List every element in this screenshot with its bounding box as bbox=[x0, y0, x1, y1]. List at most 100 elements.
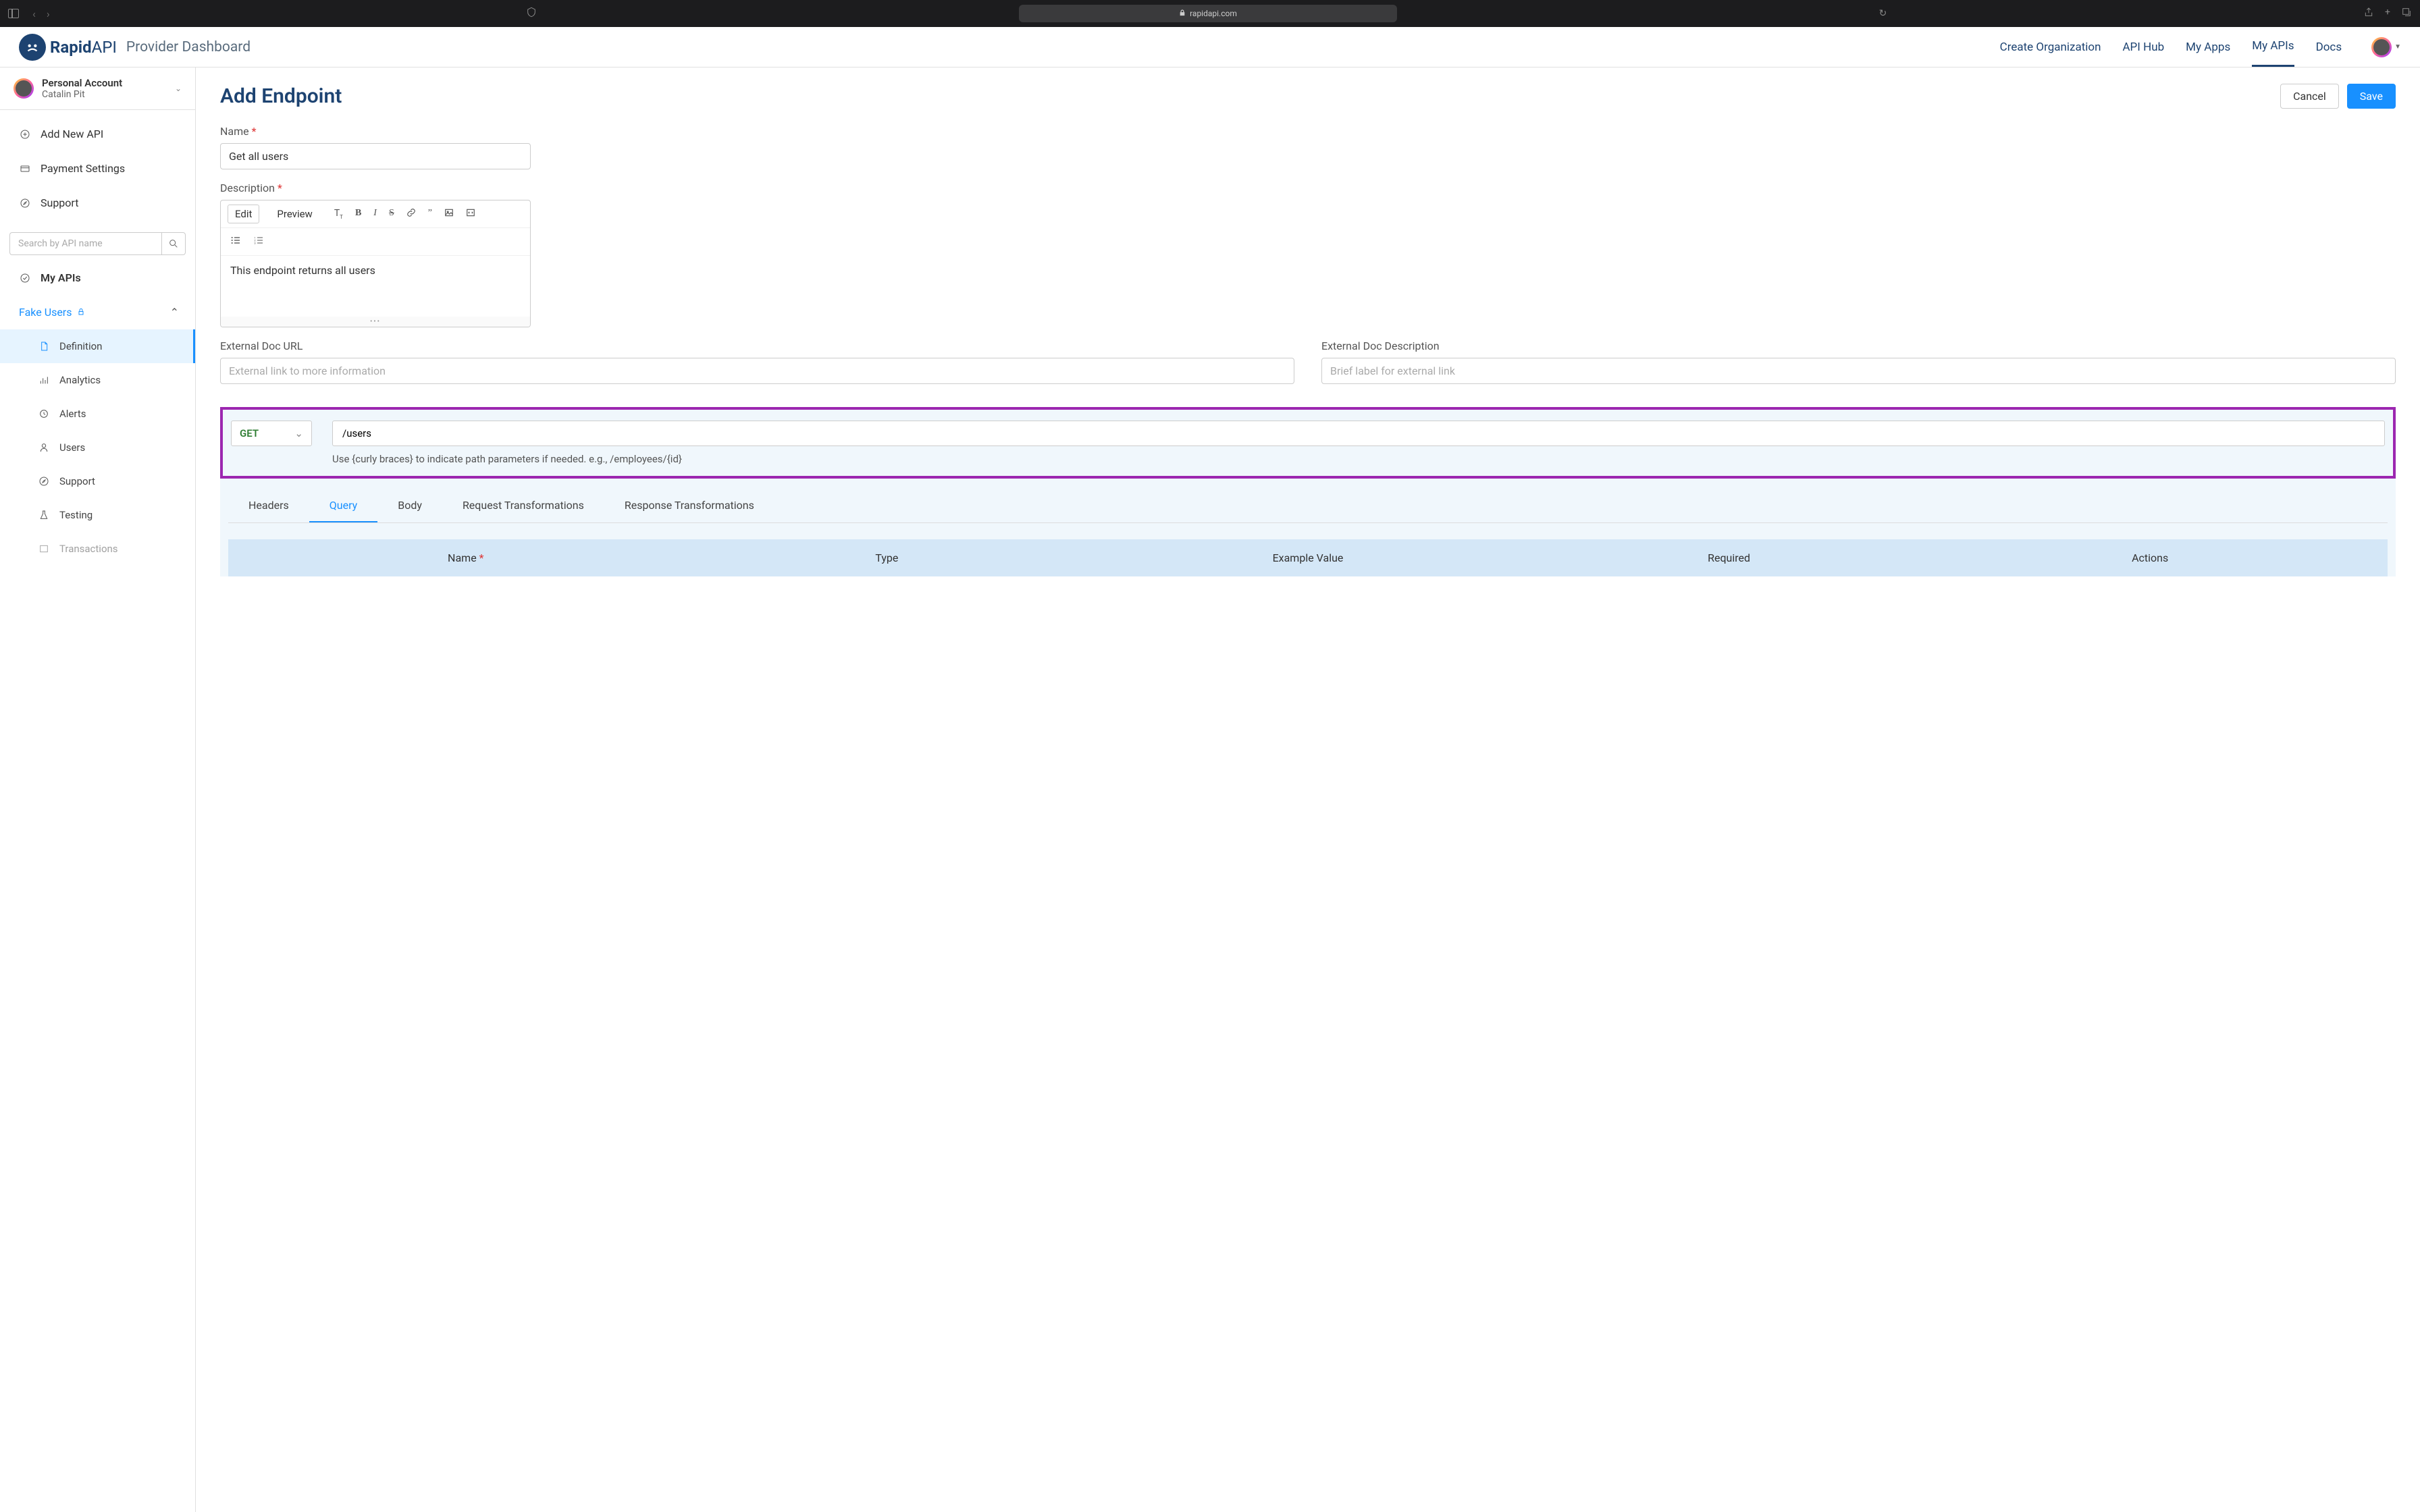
shield-icon[interactable] bbox=[526, 7, 537, 20]
path-input[interactable] bbox=[332, 421, 2385, 446]
sidebar-support[interactable]: Support bbox=[0, 186, 195, 220]
sidebar-item-label: Add New API bbox=[41, 128, 103, 140]
link-icon[interactable] bbox=[406, 208, 416, 220]
url-bar[interactable]: rapidapi.com bbox=[1019, 5, 1397, 22]
chart-icon bbox=[38, 375, 50, 385]
forward-icon: › bbox=[47, 7, 50, 20]
user-menu[interactable]: ▼ bbox=[2371, 37, 2401, 57]
back-icon[interactable]: ‹ bbox=[32, 7, 36, 20]
method-select[interactable]: GET ⌄ bbox=[231, 421, 312, 446]
svg-text:3: 3 bbox=[254, 241, 255, 244]
nav-my-apis[interactable]: My APIs bbox=[2252, 27, 2294, 67]
sidebar-toggle-icon[interactable] bbox=[8, 9, 19, 18]
sidebar-item-label: Users bbox=[59, 441, 85, 454]
sidebar-item-label: Payment Settings bbox=[41, 162, 125, 175]
logo-icon bbox=[19, 34, 46, 61]
ext-url-input[interactable] bbox=[220, 358, 1294, 384]
quote-icon[interactable]: ” bbox=[428, 208, 432, 220]
logo[interactable]: RapidAPI bbox=[19, 34, 117, 61]
nav-create-organization[interactable]: Create Organization bbox=[2000, 28, 2101, 66]
chevron-down-icon: ⌄ bbox=[175, 84, 182, 93]
sidebar-sub-support[interactable]: Support bbox=[0, 464, 195, 498]
cancel-button[interactable]: Cancel bbox=[2280, 84, 2339, 109]
ext-desc-label: External Doc Description bbox=[1321, 340, 2396, 352]
search-button[interactable] bbox=[161, 232, 186, 255]
bold-icon[interactable]: B bbox=[355, 208, 361, 220]
method-value: GET bbox=[240, 427, 259, 439]
chevron-up-icon: ⌃ bbox=[170, 306, 179, 319]
browser-chrome: ‹ › rapidapi.com ↻ + bbox=[0, 0, 2420, 27]
sidebar-payment-settings[interactable]: Payment Settings bbox=[0, 151, 195, 186]
sidebar-sub-analytics[interactable]: Analytics bbox=[0, 363, 195, 397]
sidebar-item-label: Analytics bbox=[59, 374, 101, 386]
avatar bbox=[2371, 37, 2392, 57]
col-example: Example Value bbox=[1097, 551, 1519, 564]
sidebar-add-new-api[interactable]: Add New API bbox=[0, 117, 195, 151]
search-input[interactable] bbox=[9, 232, 161, 255]
sidebar-sub-testing[interactable]: Testing bbox=[0, 498, 195, 532]
description-label: Description * bbox=[220, 182, 2396, 194]
bulleted-list-icon[interactable] bbox=[230, 235, 241, 248]
italic-icon[interactable]: I bbox=[373, 208, 377, 220]
nav-api-hub[interactable]: API Hub bbox=[2122, 28, 2164, 66]
tab-request-transformations[interactable]: Request Transformations bbox=[442, 489, 604, 522]
sidebar-api-fake-users[interactable]: Fake Users ⌃ bbox=[0, 295, 195, 329]
avatar bbox=[14, 78, 34, 99]
description-textarea[interactable]: This endpoint returns all users bbox=[221, 256, 530, 317]
transactions-icon bbox=[38, 543, 50, 554]
save-button[interactable]: Save bbox=[2347, 84, 2396, 109]
editor-tab-preview[interactable]: Preview bbox=[270, 205, 319, 223]
url-text: rapidapi.com bbox=[1190, 9, 1237, 18]
sidebar-my-apis[interactable]: My APIs bbox=[0, 261, 195, 295]
lock-icon bbox=[77, 306, 85, 319]
text-size-icon[interactable]: TT bbox=[334, 208, 343, 220]
top-header: RapidAPI Provider Dashboard Create Organ… bbox=[0, 27, 2420, 68]
sidebar-item-label: Support bbox=[41, 196, 78, 209]
name-input[interactable] bbox=[220, 143, 531, 169]
params-table-header: Name * Type Example Value Required Actio… bbox=[228, 539, 2388, 576]
sidebar-item-label: Testing bbox=[59, 509, 93, 521]
editor-tab-edit[interactable]: Edit bbox=[228, 205, 259, 223]
compass-icon bbox=[19, 198, 31, 209]
check-circle-icon bbox=[19, 273, 31, 284]
share-icon[interactable] bbox=[2363, 7, 2374, 20]
col-type: Type bbox=[677, 551, 1098, 564]
sidebar-sub-users[interactable]: Users bbox=[0, 431, 195, 464]
dashboard-label: Provider Dashboard bbox=[126, 39, 251, 55]
path-helper-text: Use {curly braces} to indicate path para… bbox=[332, 453, 2385, 465]
user-icon bbox=[38, 442, 50, 453]
tab-body[interactable]: Body bbox=[377, 489, 442, 522]
resize-handle[interactable]: ••• bbox=[221, 317, 530, 327]
account-label: Personal Account bbox=[42, 77, 167, 89]
name-label: Name * bbox=[220, 125, 2396, 138]
sidebar-sub-alerts[interactable]: Alerts bbox=[0, 397, 195, 431]
plus-circle-icon bbox=[19, 129, 31, 140]
sidebar-item-label: Alerts bbox=[59, 408, 86, 420]
compass-icon bbox=[38, 476, 50, 487]
nav-docs[interactable]: Docs bbox=[2316, 28, 2342, 66]
sidebar-sub-definition[interactable]: Definition bbox=[0, 329, 195, 363]
account-switcher[interactable]: Personal Account Catalin Pit ⌄ bbox=[0, 68, 195, 110]
code-icon[interactable] bbox=[466, 208, 475, 220]
ext-desc-input[interactable] bbox=[1321, 358, 2396, 384]
clock-icon bbox=[38, 408, 50, 419]
nav-my-apps[interactable]: My Apps bbox=[2186, 28, 2230, 66]
content: Add Endpoint Cancel Save Name * Descript… bbox=[196, 68, 2420, 1512]
plus-icon[interactable]: + bbox=[2385, 7, 2390, 20]
tabs-icon[interactable] bbox=[2401, 7, 2412, 20]
image-icon[interactable] bbox=[444, 208, 454, 220]
strikethrough-icon[interactable]: S bbox=[389, 208, 394, 220]
description-editor: Edit Preview TT B I S ” bbox=[220, 200, 531, 327]
tab-response-transformations[interactable]: Response Transformations bbox=[604, 489, 774, 522]
sidebar-item-label: Transactions bbox=[59, 543, 118, 555]
numbered-list-icon[interactable]: 123 bbox=[253, 235, 264, 248]
sidebar-sub-transactions[interactable]: Transactions bbox=[0, 532, 195, 566]
tab-headers[interactable]: Headers bbox=[228, 489, 309, 522]
tab-query[interactable]: Query bbox=[309, 489, 377, 522]
caret-down-icon: ▼ bbox=[2394, 43, 2401, 51]
sidebar-item-label: My APIs bbox=[41, 271, 81, 284]
reload-icon[interactable]: ↻ bbox=[1879, 8, 1887, 19]
page-title: Add Endpoint bbox=[220, 84, 342, 108]
endpoint-method-path: GET ⌄ Use {curly braces} to indicate pat… bbox=[220, 407, 2396, 479]
logo-text: RapidAPI bbox=[50, 38, 117, 57]
